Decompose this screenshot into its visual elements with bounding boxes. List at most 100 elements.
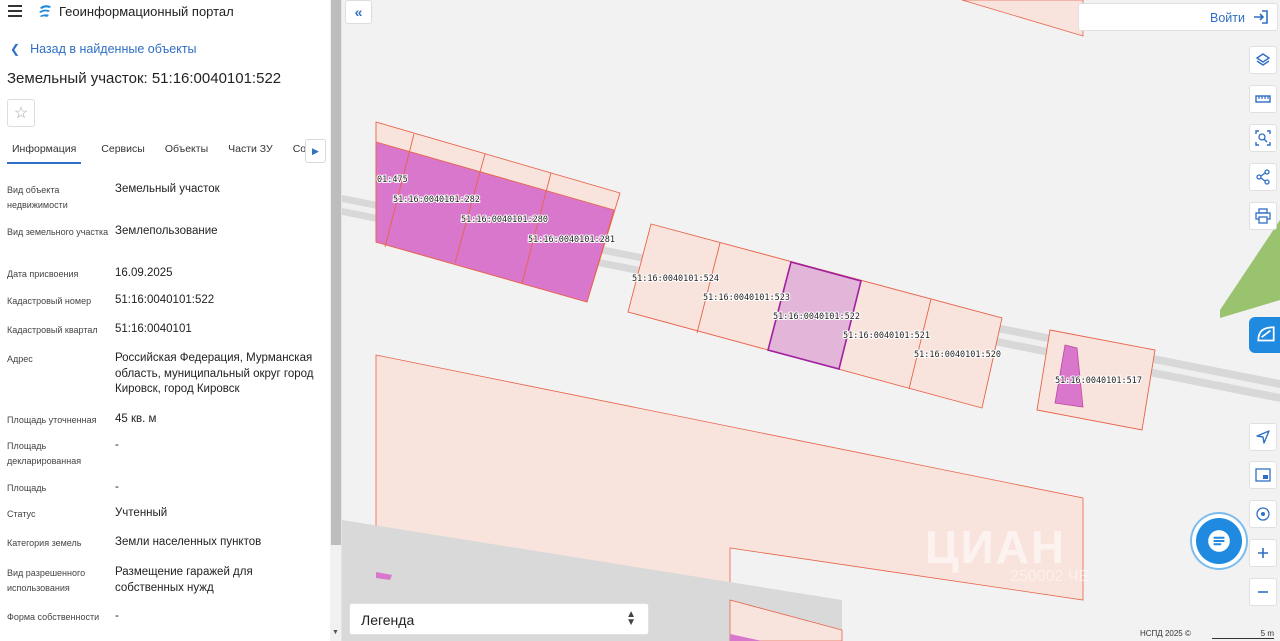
green-area	[1220, 220, 1280, 318]
tab-info[interactable]: Информация	[7, 138, 82, 164]
property-label: Площадь уточненная	[7, 415, 97, 425]
ruler-icon	[1255, 95, 1271, 103]
app-title: Геоинформационный портал	[59, 4, 234, 19]
expand-collapse-icon: ▲ ▼	[626, 609, 636, 628]
select-area-button[interactable]	[1249, 124, 1277, 152]
legend-label: Легенда	[361, 612, 415, 628]
chevron-left-icon: ❮	[10, 42, 21, 56]
property-label: Форма собственности	[7, 612, 100, 622]
parcel-label: 51:16:0040101:523	[703, 293, 790, 303]
tab-scroll-right-button[interactable]: ▶	[305, 139, 326, 163]
parcel-label: 51:16:0040101:280	[461, 215, 548, 225]
property-row: Категория земель Земли населенных пункто…	[7, 535, 327, 565]
parcel-label: 51:16:0040101:282	[393, 195, 480, 205]
property-row: Вид объекта недвижимости Земельный участ…	[7, 182, 327, 224]
map-widget-icon	[1257, 326, 1275, 342]
object-title: Земельный участок: 51:16:0040101:522	[7, 70, 282, 87]
property-row: Статус Учтенный	[7, 506, 327, 535]
ruler-button[interactable]	[1249, 85, 1277, 113]
share-button[interactable]	[1249, 163, 1277, 191]
back-to-results-link[interactable]: ❮ Назад в найденные объекты	[10, 42, 197, 56]
layers-button[interactable]	[1249, 46, 1277, 74]
back-link-label: Назад в найденные объекты	[30, 42, 197, 56]
property-row: Вид разрешенного использования Размещени…	[7, 565, 327, 609]
top-parcel-area[interactable]	[961, 0, 1084, 37]
property-value: Землепользование	[115, 225, 218, 237]
tab-services[interactable]: Сервисы	[101, 138, 145, 162]
star-icon: ☆	[13, 105, 29, 122]
watermark-subtext: 250002 ЧЕ	[1010, 568, 1090, 585]
parcel-label: 51:16:0040101:517	[1055, 376, 1142, 386]
zoom-out-icon	[1258, 591, 1268, 593]
login-icon	[1254, 10, 1268, 24]
property-value: -	[115, 481, 119, 493]
scroll-down-icon[interactable]: ▼	[332, 629, 339, 636]
chat-icon	[1208, 530, 1230, 552]
property-label: Статус	[7, 509, 36, 519]
info-panel: Геоинформационный портал ❮ Назад в найден…	[0, 0, 342, 641]
tab-bar: ИнформацияСервисыОбъектыЧасти ЗУСоста	[7, 138, 327, 164]
property-label: Адрес	[7, 354, 33, 364]
property-label: Категория земель	[7, 538, 82, 548]
property-value: -	[115, 439, 119, 451]
property-value: Российская Федерация, Мурманская область…	[115, 352, 314, 395]
zoom-out-button[interactable]	[1249, 578, 1277, 606]
property-label: Дата присвоения	[7, 269, 79, 279]
parcel-label: 51:16:0040101:520	[914, 350, 1001, 360]
property-value: Земли населенных пунктов	[115, 536, 262, 548]
parcel-label: 51:16:0040101:524	[632, 274, 719, 284]
property-value: 51:16:0040101	[115, 323, 192, 335]
zoom-in-button[interactable]	[1249, 539, 1277, 567]
locate-button[interactable]	[1249, 423, 1277, 451]
select-area-icon	[1255, 130, 1271, 146]
parcel-label: 01:475	[377, 175, 408, 185]
chat-button[interactable]	[1196, 518, 1242, 564]
legend-dropdown[interactable]: Легенда ▲ ▼	[349, 603, 649, 635]
hamburger-icon[interactable]	[8, 5, 22, 17]
map-scale-bar: 5 m	[1212, 629, 1274, 639]
property-row: Кадастровый квартал 51:16:0040101	[7, 322, 327, 351]
panel-scrollbar-thumb[interactable]	[331, 0, 341, 545]
gps-button[interactable]	[1249, 500, 1277, 528]
property-label: Площадь декларированная	[7, 441, 82, 466]
top-bar: Геоинформационный портал	[0, 0, 330, 24]
portal-logo-icon	[39, 5, 51, 17]
property-row: Адрес Российская Федерация, Мурманская о…	[7, 351, 327, 412]
login-label: Войти	[1210, 11, 1245, 25]
minimap-button[interactable]	[1249, 461, 1277, 489]
property-value: Размещение гаражей для собственных нужд	[115, 566, 253, 594]
property-label: Кадастровый квартал	[7, 325, 98, 335]
property-list: Вид объекта недвижимости Земельный участ…	[7, 182, 327, 631]
login-button[interactable]: Войти	[1078, 3, 1278, 31]
parcel-label: 51:16:0040101:522	[773, 312, 860, 322]
minimap-icon	[1255, 468, 1271, 482]
locate-icon	[1256, 430, 1270, 444]
print-icon	[1255, 208, 1271, 224]
parcel-label: 51:16:0040101:521	[843, 331, 930, 341]
share-icon	[1256, 169, 1270, 185]
gps-icon	[1256, 507, 1270, 521]
property-row: Площадь декларированная -	[7, 438, 327, 480]
double-chevron-left-icon: «	[354, 4, 363, 20]
property-value: 45 кв. м	[115, 413, 157, 425]
property-label: Кадастровый номер	[7, 296, 92, 306]
favorite-button[interactable]: ☆	[7, 99, 35, 127]
tab-objects[interactable]: Объекты	[165, 138, 208, 162]
caret-right-icon: ▶	[312, 145, 319, 156]
property-value: 16.09.2025	[115, 267, 173, 279]
map-view[interactable]: 01:475 51:16:0040101:282 51:16:0040101:2…	[342, 0, 1280, 641]
print-button[interactable]	[1249, 202, 1277, 230]
property-value: Учтенный	[115, 507, 168, 519]
property-label: Вид разрешенного использования	[7, 568, 86, 593]
side-widget-button[interactable]	[1249, 317, 1280, 353]
property-row: Кадастровый номер 51:16:0040101:522	[7, 293, 327, 322]
tab-parts[interactable]: Части ЗУ	[228, 138, 273, 162]
collapse-panel-button[interactable]: «	[345, 0, 372, 24]
map-attribution: НСПД 2025 ©	[1140, 629, 1191, 638]
property-row: Вид земельного участка Землепользование	[7, 224, 327, 266]
property-label: Площадь	[7, 483, 47, 493]
map-canvas[interactable]: 01:475 51:16:0040101:282 51:16:0040101:2…	[342, 0, 1280, 641]
property-row: Форма собственности -	[7, 609, 327, 631]
property-row: Площадь -	[7, 480, 327, 506]
property-value: 51:16:0040101:522	[115, 294, 215, 306]
